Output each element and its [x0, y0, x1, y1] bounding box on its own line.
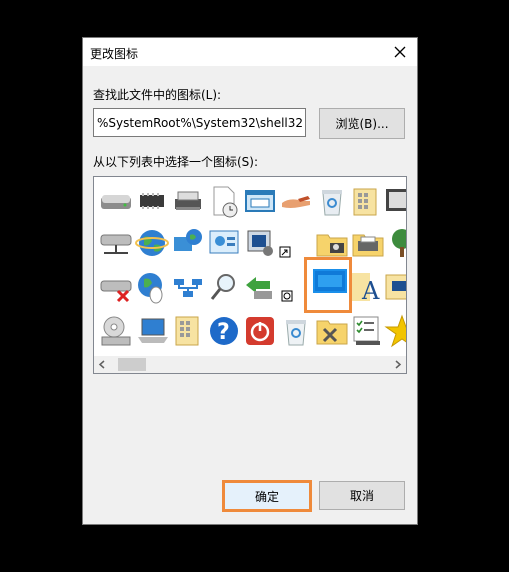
folder-tools-icon-2[interactable]: [314, 313, 350, 349]
scroll-right-icon[interactable]: [393, 359, 403, 370]
chip-icon[interactable]: [134, 183, 170, 219]
icon-grid: A ?: [94, 177, 406, 352]
tree-icon[interactable]: [384, 225, 406, 261]
monitor-settings-icon[interactable]: [242, 225, 278, 261]
star-icon[interactable]: [384, 313, 406, 349]
ok-button-highlight: [222, 480, 312, 512]
document-clock-icon[interactable]: [206, 183, 242, 219]
cd-drive-icon[interactable]: [98, 313, 134, 349]
selected-icon-highlight: [304, 257, 352, 313]
cancel-button[interactable]: 取消: [319, 481, 405, 510]
scrollbar-thumb[interactable]: [118, 358, 146, 371]
network-drive-icon[interactable]: [98, 225, 134, 261]
recycle-bin-full-icon[interactable]: [314, 183, 350, 219]
scroll-left-icon[interactable]: [97, 359, 107, 370]
printer-icon[interactable]: [350, 225, 386, 261]
drive-remove-icon[interactable]: [98, 269, 134, 305]
monitor-partial-icon[interactable]: [384, 183, 406, 219]
hand-share-icon[interactable]: [278, 183, 314, 219]
monitor-doc-icon[interactable]: [384, 269, 406, 305]
help-icon[interactable]: ?: [206, 313, 242, 349]
svg-text:A: A: [361, 277, 380, 305]
recycle-bin-icon[interactable]: [278, 313, 314, 349]
svg-text:?: ?: [217, 320, 230, 345]
icon-file-path-input[interactable]: [93, 108, 306, 137]
find-icons-label: 查找此文件中的图标(L):: [93, 88, 222, 102]
magnifier-icon[interactable]: [206, 269, 242, 305]
printer-drive-icon[interactable]: [170, 183, 206, 219]
laptop-icon[interactable]: [134, 313, 170, 349]
folder-tools-icon[interactable]: [314, 225, 350, 261]
power-icon[interactable]: [242, 313, 278, 349]
folder-grid-icon-2[interactable]: [170, 313, 206, 349]
icon-list[interactable]: A ?: [93, 176, 407, 374]
close-icon[interactable]: [390, 42, 410, 62]
control-panel-icon[interactable]: [206, 225, 242, 261]
font-icon[interactable]: A: [350, 269, 386, 305]
checklist-icon[interactable]: [350, 313, 386, 349]
globe-mouse-icon[interactable]: [134, 269, 170, 305]
shortcut-arrow-icon[interactable]: [278, 225, 314, 261]
select-icon-label: 从以下列表中选择一个图标(S):: [93, 155, 259, 169]
title-bar: 更改图标: [83, 38, 417, 66]
window-icon[interactable]: [242, 183, 278, 219]
browse-button[interactable]: 浏览(B)...: [319, 108, 405, 139]
network-globe-icon[interactable]: [170, 225, 206, 261]
export-arrow-icon[interactable]: [242, 269, 278, 305]
dialog-title: 更改图标: [90, 47, 139, 61]
change-icon-dialog: 更改图标 查找此文件中的图标(L): 浏览(B)... 从以下列表中选择一个图标…: [82, 37, 418, 525]
horizontal-scrollbar[interactable]: [94, 356, 406, 373]
globe-icon[interactable]: [134, 225, 170, 261]
folder-grid-icon[interactable]: [350, 183, 386, 219]
network-icon[interactable]: [170, 269, 206, 305]
drive-icon[interactable]: [98, 183, 134, 219]
